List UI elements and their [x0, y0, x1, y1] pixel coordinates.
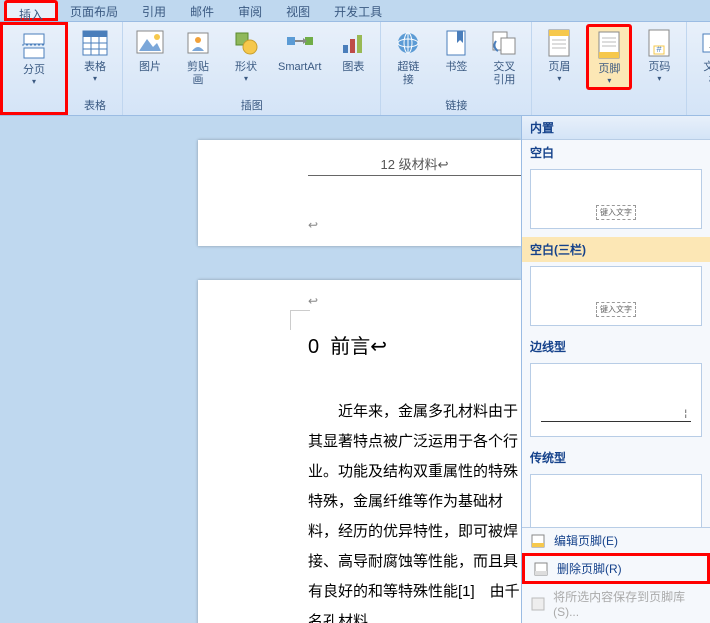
ribbon: 分页 ▾ 表格 ▾ 表格 图片 剪贴画 — [0, 22, 710, 116]
textbox-button[interactable]: A 文本框 ▾ — [693, 24, 710, 99]
bookmark-button[interactable]: 书签 — [435, 24, 477, 77]
chart-icon — [337, 27, 369, 59]
dropdown-arrow-icon: ▾ — [244, 74, 248, 83]
table-button[interactable]: 表格 ▾ — [74, 24, 116, 86]
header-button[interactable]: 页眉 ▾ — [538, 24, 580, 86]
placeholder-text: 键入文字 — [596, 205, 636, 220]
tab-dev[interactable]: 开发工具 — [322, 0, 394, 21]
group-links: 超链接 书签 交叉 引用 链接 — [381, 22, 532, 115]
tab-insert[interactable]: 插入 — [4, 0, 58, 21]
smartart-icon — [284, 27, 316, 59]
edit-icon — [530, 533, 546, 549]
preset-blank-label: 空白 — [522, 140, 710, 165]
crossref-button[interactable]: 交叉 引用 — [483, 24, 525, 90]
bookmark-icon — [440, 27, 472, 59]
paragraph-mark: ↩ — [308, 218, 318, 232]
preset-traditional-label: 传统型 — [522, 445, 710, 470]
tab-review[interactable]: 审阅 — [226, 0, 274, 21]
tab-view[interactable]: 视图 — [274, 0, 322, 21]
group-tables: 表格 ▾ 表格 — [68, 22, 123, 115]
document-canvas[interactable]: 12 级材料↩ ↩ ↩ 0 前言↩ 近年来，金属多孔材料由于其显著特点被广泛运用… — [0, 116, 521, 623]
picture-icon — [134, 27, 166, 59]
header-mark: ↩ — [308, 294, 318, 308]
preset-edge[interactable]: ¦ — [530, 363, 702, 437]
dropdown-arrow-icon: ▾ — [557, 74, 561, 83]
picture-button[interactable]: 图片 — [129, 24, 171, 77]
save-icon — [530, 596, 545, 612]
group-pages: 分页 ▾ — [0, 22, 68, 115]
preset-blank3-label: 空白(三栏) — [522, 237, 710, 262]
pagenum-icon: # — [643, 27, 675, 59]
margin-marker — [290, 310, 310, 330]
page-prev: 12 级材料↩ ↩ — [198, 140, 521, 246]
dropdown-arrow-icon: ▾ — [657, 74, 661, 83]
body-text[interactable]: 近年来，金属多孔材料由于其显著特点被广泛运用于各个行业。功能及结构双重属性的特殊… — [308, 397, 521, 623]
placeholder-text: 键入文字 — [596, 302, 636, 317]
remove-footer-item[interactable]: 删除页脚(R) — [522, 553, 710, 584]
clipart-button[interactable]: 剪贴画 — [177, 24, 219, 90]
save-footer-item[interactable]: 将所选内容保存到页脚库(S)... — [522, 584, 710, 623]
dropdown-section-builtin: 内置 — [522, 116, 710, 140]
heading[interactable]: 0 前言↩ — [308, 330, 521, 359]
chart-button[interactable]: 图表 — [332, 24, 374, 77]
tab-mailings[interactable]: 邮件 — [178, 0, 226, 21]
crossref-icon — [488, 27, 520, 59]
preset-blank3[interactable]: 键入文字 — [530, 266, 702, 326]
dropdown-arrow-icon: ▾ — [607, 76, 611, 85]
ribbon-tabs: 插入 页面布局 引用 邮件 审阅 视图 开发工具 — [0, 0, 710, 22]
table-icon — [79, 27, 111, 59]
page-break-button[interactable]: 分页 ▾ — [13, 27, 55, 89]
dropdown-arrow-icon: ▾ — [93, 74, 97, 83]
smartart-button[interactable]: SmartArt — [273, 24, 326, 77]
footer-button[interactable]: 页脚 ▾ — [586, 24, 632, 90]
footer-dropdown: 内置 空白 键入文字 空白(三栏) 键入文字 边线型 ¦ 传统型 编辑页脚(E)… — [521, 116, 710, 623]
remove-icon — [533, 561, 549, 577]
clipart-icon — [182, 27, 214, 59]
page-break-icon — [18, 30, 50, 62]
page-header: 12 级材料↩ — [308, 154, 521, 176]
preset-edge-label: 边线型 — [522, 334, 710, 359]
footer-icon — [593, 29, 625, 61]
tab-layout[interactable]: 页面布局 — [58, 0, 130, 21]
preset-blank[interactable]: 键入文字 — [530, 169, 702, 229]
tab-references[interactable]: 引用 — [130, 0, 178, 21]
page-current: ↩ 0 前言↩ 近年来，金属多孔材料由于其显著特点被广泛运用于各个行业。功能及结… — [198, 280, 521, 623]
header-icon — [543, 27, 575, 59]
group-text: A 文本框 ▾ 文档部件 — [687, 22, 710, 115]
shapes-icon — [230, 27, 262, 59]
group-illustrations: 图片 剪贴画 形状 ▾ SmartArt 图表 插图 — [123, 22, 381, 115]
edit-footer-item[interactable]: 编辑页脚(E) — [522, 528, 710, 553]
dropdown-arrow-icon: ▾ — [32, 77, 36, 86]
pagenum-button[interactable]: # 页码 ▾ — [638, 24, 680, 86]
hyperlink-icon — [392, 27, 424, 59]
textbox-icon: A — [698, 27, 710, 59]
hyperlink-button[interactable]: 超链接 — [387, 24, 429, 90]
dropdown-footer: 编辑页脚(E) 删除页脚(R) 将所选内容保存到页脚库(S)... — [522, 527, 710, 623]
shapes-button[interactable]: 形状 ▾ — [225, 24, 267, 86]
group-headerfooter: 页眉 ▾ 页脚 ▾ # 页码 ▾ — [532, 22, 687, 115]
